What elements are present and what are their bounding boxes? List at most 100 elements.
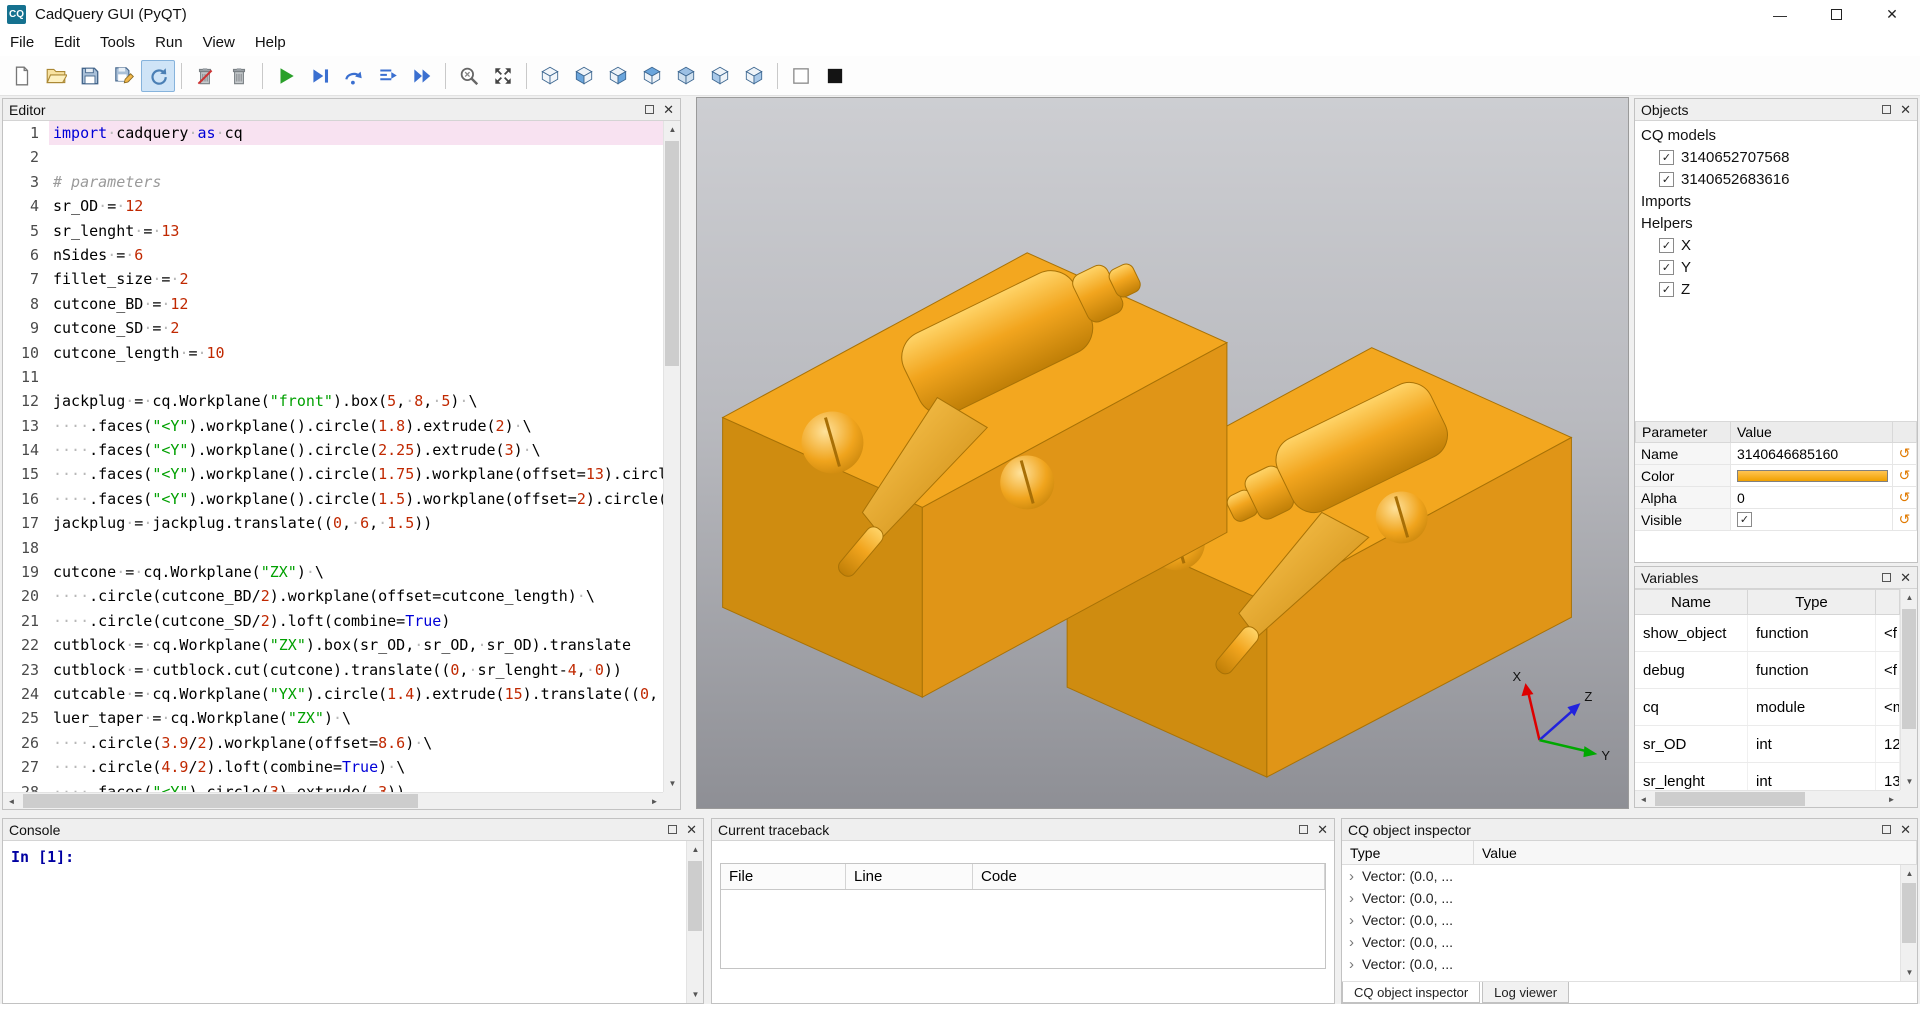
tree-item-cq-models[interactable]: CQ models — [1635, 124, 1917, 146]
console-vertical-scrollbar[interactable]: ▲ ▼ — [686, 841, 703, 1003]
float-panel-icon[interactable] — [645, 105, 654, 114]
code-line-5[interactable]: 5sr_lenght·=·13 — [3, 219, 663, 243]
viewport-3d[interactable]: X Z Y — [696, 97, 1629, 809]
code-line-21[interactable]: 21····.circle(cutcone_SD/2).loft(combine… — [3, 609, 663, 633]
checkbox[interactable]: ✓ — [1659, 260, 1674, 275]
code-line-12[interactable]: 12jackplug·=·cq.Workplane("front").box(5… — [3, 389, 663, 413]
close-panel-icon[interactable]: ✕ — [1900, 103, 1911, 116]
scroll-down-icon[interactable]: ▼ — [1901, 773, 1918, 790]
view-left-button[interactable] — [703, 60, 737, 92]
menu-run[interactable]: Run — [145, 29, 193, 56]
checkbox[interactable]: ✓ — [1659, 282, 1674, 297]
tree-item-z[interactable]: ✓Z — [1635, 278, 1917, 300]
code-line-8[interactable]: 8cutcone_BD·=·12 — [3, 292, 663, 316]
code-line-15[interactable]: 15····.faces("<Y").workplane().circle(1.… — [3, 462, 663, 486]
tab-cq-object-inspector[interactable]: CQ object inspector — [1342, 982, 1480, 1003]
code-line-11[interactable]: 11 — [3, 365, 663, 389]
view-top-button[interactable] — [635, 60, 669, 92]
delete-all-button[interactable] — [222, 60, 256, 92]
code-area[interactable]: 1import·cadquery·as·cq23# parameters4sr_… — [3, 121, 663, 792]
zoom-fit-button[interactable] — [452, 60, 486, 92]
menu-edit[interactable]: Edit — [44, 29, 90, 56]
menu-file[interactable]: File — [0, 29, 44, 56]
scrollbar-thumb[interactable] — [688, 861, 702, 931]
minimize-button[interactable]: — — [1752, 0, 1808, 29]
code-line-25[interactable]: 25luer_taper·=·cq.Workplane("ZX")·\ — [3, 706, 663, 730]
float-panel-icon[interactable] — [1299, 825, 1308, 834]
variable-row-show_object[interactable]: show_objectfunction<f — [1635, 615, 1900, 652]
scroll-down-icon[interactable]: ▼ — [687, 986, 704, 1003]
expand-chevron-icon[interactable]: › — [1342, 868, 1362, 885]
close-panel-icon[interactable]: ✕ — [1317, 823, 1328, 836]
code-line-23[interactable]: 23cutblock·=·cutblock.cut(cutcone).trans… — [3, 658, 663, 682]
code-line-10[interactable]: 10cutcone_length·=·10 — [3, 341, 663, 365]
expand-chevron-icon[interactable]: › — [1342, 912, 1362, 929]
code-line-18[interactable]: 18 — [3, 536, 663, 560]
variables-vertical-scrollbar[interactable]: ▲ ▼ — [1900, 589, 1917, 790]
prop-value[interactable]: 0 — [1731, 487, 1893, 509]
expand-chevron-icon[interactable]: › — [1342, 956, 1362, 973]
menu-help[interactable]: Help — [245, 29, 296, 56]
scrollbar-thumb[interactable] — [665, 141, 679, 366]
close-panel-icon[interactable]: ✕ — [1900, 823, 1911, 836]
save-button[interactable] — [73, 60, 107, 92]
code-line-3[interactable]: 3# parameters — [3, 170, 663, 194]
tab-log-viewer[interactable]: Log viewer — [1482, 982, 1569, 1003]
reset-button[interactable]: ↺ — [1893, 509, 1917, 531]
variable-row-cq[interactable]: cqmodule<m — [1635, 689, 1900, 726]
code-line-27[interactable]: 27····.circle(4.9/2).loft(combine=True)·… — [3, 755, 663, 779]
view-right-button[interactable] — [737, 60, 771, 92]
debug-button[interactable] — [303, 60, 337, 92]
inspector-row[interactable]: ›Vector: (0.0, ... — [1342, 887, 1900, 909]
view-bottom-button[interactable] — [669, 60, 703, 92]
code-line-13[interactable]: 13····.faces("<Y").workplane().circle(1.… — [3, 414, 663, 438]
code-line-28[interactable]: 28····.faces("<Y").circle(3).extrude(-3)… — [3, 780, 663, 792]
menu-view[interactable]: View — [193, 29, 245, 56]
inspector-row[interactable]: ›Vector: (0.0, ... — [1342, 865, 1900, 887]
scroll-right-icon[interactable]: ► — [1883, 791, 1900, 808]
tree-item-helpers[interactable]: Helpers — [1635, 212, 1917, 234]
view-iso-button[interactable] — [533, 60, 567, 92]
console-content[interactable]: In [1]: ▲ ▼ — [3, 841, 703, 1003]
code-line-20[interactable]: 20····.circle(cutcone_BD/2).workplane(of… — [3, 584, 663, 608]
maximize-button[interactable] — [1808, 0, 1864, 29]
tree-item-3140652707568[interactable]: ✓3140652707568 — [1635, 146, 1917, 168]
tree-item-3140652683616[interactable]: ✓3140652683616 — [1635, 168, 1917, 190]
checkbox[interactable]: ✓ — [1659, 172, 1674, 187]
scroll-down-icon[interactable]: ▼ — [1901, 964, 1918, 981]
open-button[interactable] — [39, 60, 73, 92]
float-panel-icon[interactable] — [1882, 105, 1891, 114]
new-file-button[interactable] — [5, 60, 39, 92]
close-panel-icon[interactable]: ✕ — [663, 103, 674, 116]
visible-checkbox[interactable]: ✓ — [1737, 512, 1752, 527]
code-line-4[interactable]: 4sr_OD·=·12 — [3, 194, 663, 218]
fit-all-button[interactable] — [486, 60, 520, 92]
scrollbar-thumb[interactable] — [1902, 609, 1916, 729]
expand-chevron-icon[interactable]: › — [1342, 890, 1362, 907]
scroll-up-icon[interactable]: ▲ — [1901, 865, 1918, 882]
prop-value[interactable]: 3140646685160 — [1731, 443, 1893, 465]
code-line-22[interactable]: 22cutblock·=·cq.Workplane("ZX").box(sr_O… — [3, 633, 663, 657]
step-button[interactable] — [337, 60, 371, 92]
scrollbar-thumb[interactable] — [23, 794, 418, 808]
code-line-19[interactable]: 19cutcone·=·cq.Workplane("ZX")·\ — [3, 560, 663, 584]
continue-button[interactable] — [405, 60, 439, 92]
tree-item-y[interactable]: ✓Y — [1635, 256, 1917, 278]
variable-row-sr_OD[interactable]: sr_ODint12 — [1635, 726, 1900, 763]
autoreload-button[interactable] — [141, 60, 175, 92]
code-line-16[interactable]: 16····.faces("<Y").workplane().circle(1.… — [3, 487, 663, 511]
reset-button[interactable]: ↺ — [1893, 465, 1917, 487]
reset-button[interactable]: ↺ — [1893, 443, 1917, 465]
shaded-button[interactable] — [818, 60, 852, 92]
float-panel-icon[interactable] — [1882, 825, 1891, 834]
editor-horizontal-scrollbar[interactable]: ◄ ► — [3, 792, 663, 809]
step-in-button[interactable] — [371, 60, 405, 92]
code-line-6[interactable]: 6nSides·=·6 — [3, 243, 663, 267]
inspector-row[interactable]: ›Vector: (0.0, ... — [1342, 953, 1900, 975]
code-line-24[interactable]: 24cutcable·=·cq.Workplane("YX").circle(1… — [3, 682, 663, 706]
reset-button[interactable]: ↺ — [1893, 487, 1917, 509]
float-panel-icon[interactable] — [1882, 573, 1891, 582]
float-panel-icon[interactable] — [668, 825, 677, 834]
variable-row-sr_lenght[interactable]: sr_lenghtint13 — [1635, 763, 1900, 790]
delete-button[interactable] — [188, 60, 222, 92]
